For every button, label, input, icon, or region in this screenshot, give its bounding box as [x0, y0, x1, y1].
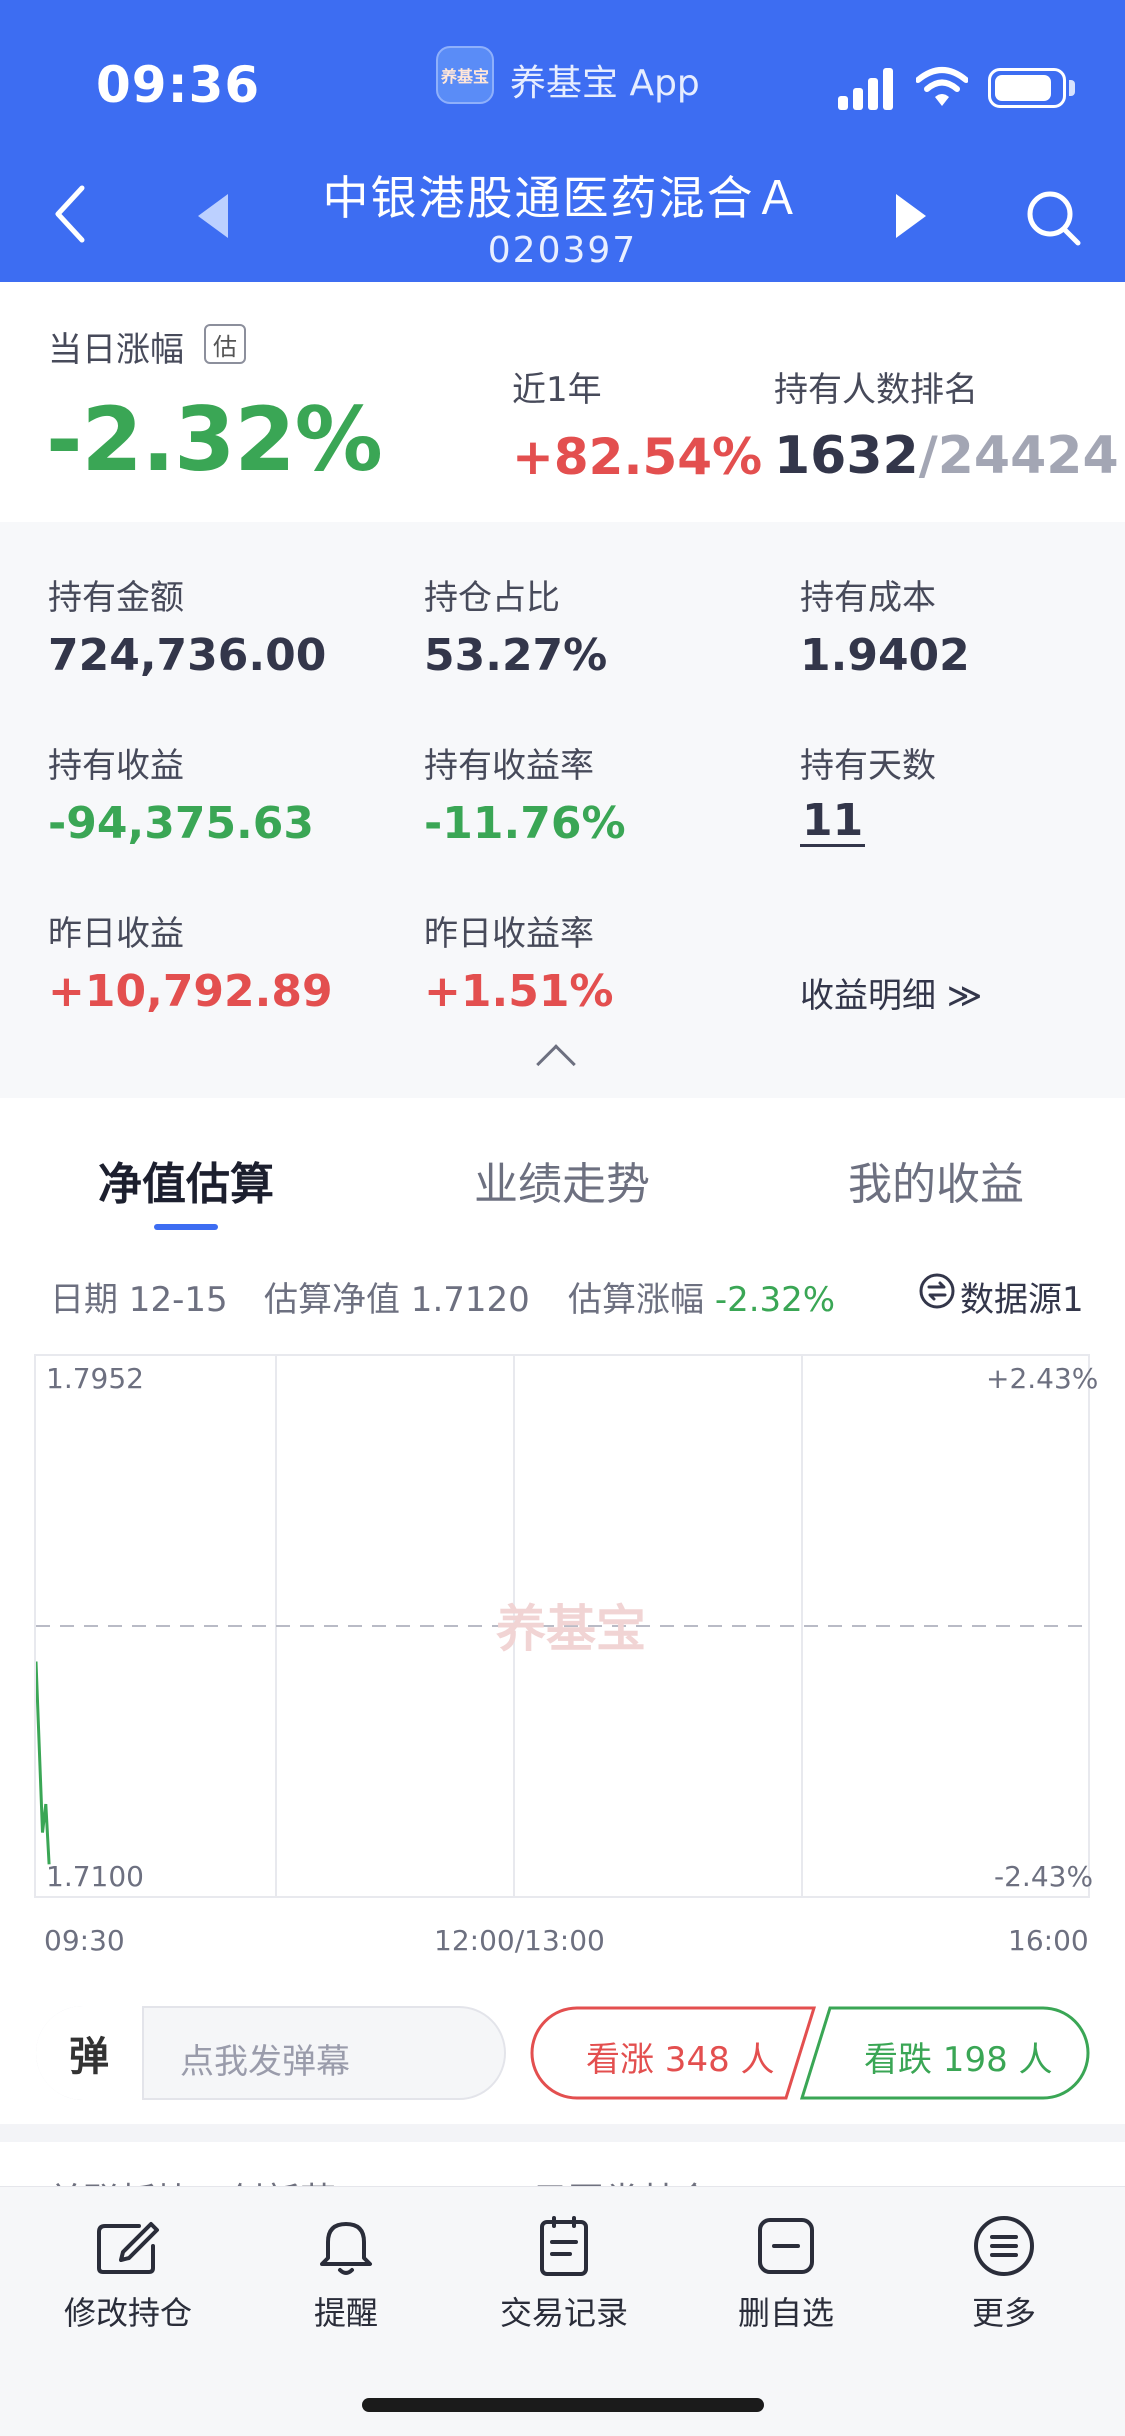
x-label-open: 09:30: [44, 1924, 125, 1957]
holding-profit-value: -94,375.63: [48, 798, 314, 849]
yesterday-rate-value: +1.51%: [424, 966, 614, 1017]
remove-watchlist-icon: [758, 2218, 814, 2274]
estimate-date: 日期 12-15: [50, 1280, 228, 1320]
search-icon[interactable]: [1024, 188, 1084, 248]
clipboard-icon: [540, 2216, 588, 2276]
pct-top-label: +2.43%: [986, 1362, 1099, 1395]
app-logo: 养基宝: [436, 46, 494, 104]
holder-rank-total: /24424: [918, 426, 1119, 486]
year-return-label: 近1年: [512, 370, 602, 410]
estimate-change-label: 估算涨幅: [568, 1280, 704, 1320]
fund-code: 020397: [487, 230, 638, 271]
holding-profit-rate-label: 持有收益率: [424, 746, 594, 786]
fund-detail-page: 09:36 养基宝 养基宝 App 中银港股通医药混合Ａ 020397 当日涨幅: [0, 0, 1125, 2436]
holding-days-label: 持有天数: [800, 746, 936, 786]
section-divider: [0, 2124, 1125, 2142]
chart-watermark: 养基宝: [496, 1601, 646, 1657]
chart-canvas: 养基宝: [34, 1356, 1088, 1896]
nav-trade-records[interactable]: [474, 2214, 654, 2282]
tab-performance[interactable]: 业绩走势: [474, 1148, 650, 1212]
holder-rank-label: 持有人数排名: [774, 370, 978, 410]
active-tab-indicator: [154, 1224, 218, 1230]
holding-cost-label: 持有成本: [800, 578, 936, 618]
nav-reminder-label: 提醒: [313, 2294, 378, 2332]
nav-reminder[interactable]: [256, 2214, 436, 2282]
vote-down-button[interactable]: 看跌 198 人: [864, 2032, 1053, 2081]
vote-up-button[interactable]: 看涨 348 人: [586, 2032, 775, 2081]
more-icon: [974, 2216, 1034, 2276]
y-bottom-label: 1.7100: [46, 1860, 144, 1893]
home-indicator: [362, 2398, 764, 2412]
switch-source-icon[interactable]: [918, 1272, 956, 1310]
cellular-signal-icon: [838, 68, 893, 110]
battery-icon: [988, 68, 1066, 108]
holder-rank: 1632/24424: [774, 426, 1119, 486]
nav-more[interactable]: [914, 2214, 1094, 2282]
nav-remove-watchlist-label: 删自选: [737, 2294, 834, 2332]
year-return-value: +82.54%: [512, 428, 763, 486]
nav-remove-watchlist[interactable]: [696, 2214, 876, 2282]
edit-holding-icon: [97, 2222, 159, 2274]
x-label-close: 16:00: [1008, 1924, 1089, 1957]
holding-amount-label: 持有金额: [48, 578, 184, 618]
nav-edit-holding[interactable]: [38, 2214, 218, 2282]
x-label-midday: 12:00/13:00: [434, 1924, 605, 1957]
estimate-series-line: [34, 1661, 51, 1865]
holding-amount-value: 724,736.00: [48, 630, 327, 681]
danmaku-placeholder: 点我发弹幕: [180, 2042, 350, 2082]
estimate-tag: 估: [204, 324, 246, 364]
holding-days-value[interactable]: 11: [800, 797, 866, 848]
today-change-label: 当日涨幅: [48, 330, 184, 370]
nav-more-label: 更多: [971, 2294, 1036, 2332]
tab-my-profit[interactable]: 我的收益: [848, 1148, 1024, 1212]
header: 09:36 养基宝 养基宝 App 中银港股通医药混合Ａ 020397: [0, 0, 1125, 282]
holding-profit-label: 持有收益: [48, 746, 184, 786]
next-fund-icon[interactable]: [896, 194, 926, 238]
data-source-button[interactable]: 数据源1: [960, 1272, 1084, 1321]
holder-rank-position: 1632: [774, 426, 919, 486]
y-top-label: 1.7952: [46, 1362, 144, 1395]
app-label: 养基宝 App: [510, 63, 700, 104]
wifi-icon: [916, 67, 968, 106]
nav-estimate-chart: 养基宝: [34, 1354, 1090, 1898]
position-ratio-value: 53.27%: [424, 630, 608, 681]
tab-nav-estimate[interactable]: 净值估算: [98, 1148, 274, 1212]
today-change-value: -2.32%: [46, 388, 383, 491]
estimate-change: 估算涨幅 -2.32%: [568, 1272, 835, 1321]
estimate-change-value: -2.32%: [714, 1280, 836, 1320]
yesterday-profit-label: 昨日收益: [48, 914, 184, 954]
status-time: 09:36: [96, 56, 261, 114]
pct-bottom-label: -2.43%: [994, 1860, 1094, 1893]
position-ratio-label: 持仓占比: [424, 578, 560, 618]
battery-cap: [1069, 80, 1075, 96]
holding-profit-rate-value: -11.76%: [424, 798, 626, 849]
danmaku-icon-label: 弹: [69, 2034, 109, 2080]
bell-icon: [320, 2222, 372, 2275]
nav-trade-records-label: 交易记录: [499, 2294, 628, 2332]
yesterday-rate-label: 昨日收益率: [424, 914, 594, 954]
profit-detail-link[interactable]: 收益明细 ≫: [800, 968, 982, 1017]
estimate-nav: 估算净值 1.7120: [264, 1280, 530, 1320]
danmaku-icon[interactable]: 弹: [36, 2006, 144, 2100]
nav-edit-holding-label: 修改持仓: [63, 2294, 192, 2332]
fund-name: 中银港股通医药混合Ａ: [322, 171, 803, 225]
yesterday-profit-value: +10,792.89: [48, 966, 333, 1017]
holding-cost-value: 1.9402: [800, 630, 970, 681]
